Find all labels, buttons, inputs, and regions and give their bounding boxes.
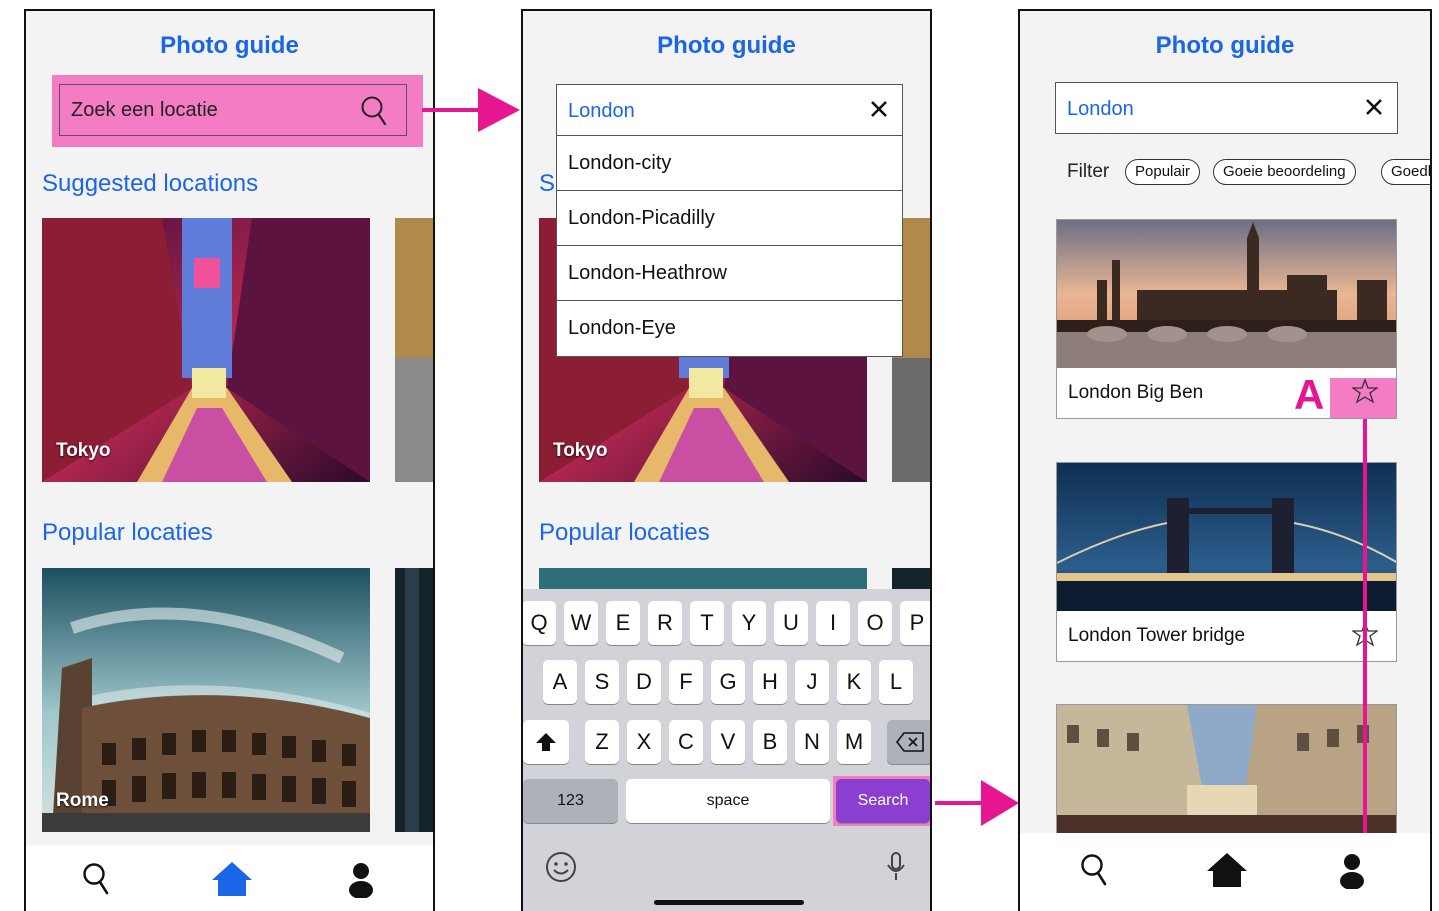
result-card-regent-street[interactable] xyxy=(1056,704,1397,844)
key[interactable]: K xyxy=(837,660,871,704)
search-nav-icon[interactable] xyxy=(82,862,110,901)
card-label: Tokyo xyxy=(553,440,608,461)
big-ben-photo xyxy=(1057,220,1396,368)
home-nav-icon[interactable] xyxy=(212,862,252,901)
screen-results: Photo guide London Filter Populair Goeie… xyxy=(1018,9,1432,911)
suggestion-item[interactable]: London-city xyxy=(557,136,902,191)
key[interactable]: V xyxy=(711,720,745,764)
search-value: London xyxy=(1067,98,1134,120)
shift-icon xyxy=(536,733,556,751)
key[interactable]: M xyxy=(837,720,871,764)
location-card-peek[interactable] xyxy=(395,568,433,832)
card-label: Rome xyxy=(56,790,109,811)
popular-heading: Popular locaties xyxy=(42,519,213,546)
key[interactable]: H xyxy=(753,660,787,704)
key[interactable]: A xyxy=(543,660,577,704)
space-key[interactable]: space xyxy=(626,779,830,823)
key[interactable]: N xyxy=(795,720,829,764)
search-nav-icon[interactable] xyxy=(1080,853,1108,892)
onscreen-keyboard: Q W E R T Y U I O P A S D F G H J K L Z … xyxy=(523,589,930,911)
search-value: London xyxy=(568,100,635,122)
key[interactable]: O xyxy=(858,601,892,645)
key[interactable]: T xyxy=(690,601,724,645)
filter-chip-rating[interactable]: Goeie beoordeling xyxy=(1213,159,1356,185)
location-card-tokyo[interactable]: Tokyo xyxy=(42,218,370,482)
result-name: London Big Ben xyxy=(1068,382,1204,403)
key[interactable]: I xyxy=(816,601,850,645)
key[interactable]: L xyxy=(879,660,913,704)
search-input[interactable]: London xyxy=(1055,82,1398,134)
key[interactable]: J xyxy=(795,660,829,704)
numbers-key[interactable]: 123 xyxy=(523,779,618,823)
result-card-big-ben[interactable]: London Big Ben xyxy=(1056,219,1397,419)
key[interactable]: P xyxy=(900,601,930,645)
regent-street-photo xyxy=(1057,705,1396,844)
bottom-nav xyxy=(1020,833,1430,911)
suggested-heading: Suggested locations xyxy=(42,170,259,197)
search-placeholder: Zoek een locatie xyxy=(71,99,218,121)
key[interactable]: Z xyxy=(585,720,619,764)
key[interactable]: B xyxy=(753,720,787,764)
screen-search: Photo guide S Tokyo Popular locaties Lon… xyxy=(521,9,932,911)
filter-label: Filter xyxy=(1067,161,1110,182)
clear-icon[interactable] xyxy=(1365,96,1383,124)
shift-key[interactable] xyxy=(523,720,569,764)
suggested-heading: S xyxy=(539,170,556,197)
app-title: Photo guide xyxy=(1155,32,1295,59)
suggestion-item[interactable]: London-Heathrow xyxy=(557,246,902,301)
search-icon[interactable] xyxy=(360,95,388,133)
key[interactable]: R xyxy=(648,601,682,645)
search-input[interactable]: Zoek een locatie xyxy=(59,84,407,136)
location-card-rome[interactable]: Rome xyxy=(42,568,370,832)
annotation-marker: A xyxy=(1294,371,1325,418)
app-title: Photo guide xyxy=(160,32,299,59)
flow-arrow-icon xyxy=(935,780,1019,826)
key[interactable]: Q xyxy=(523,601,556,645)
filter-chip-partial[interactable]: Goedl xyxy=(1381,159,1430,185)
microphone-icon[interactable] xyxy=(885,851,907,888)
result-card-tower-bridge[interactable]: London Tower bridge xyxy=(1056,462,1397,662)
key[interactable]: C xyxy=(669,720,703,764)
key[interactable]: W xyxy=(564,601,598,645)
filter-chip-populair[interactable]: Populair xyxy=(1125,159,1201,185)
key[interactable]: E xyxy=(606,601,640,645)
bottom-nav xyxy=(26,845,433,911)
search-key[interactable]: Search xyxy=(836,779,930,823)
home-indicator xyxy=(654,900,804,905)
backspace-key[interactable] xyxy=(887,720,930,764)
key[interactable]: Y xyxy=(732,601,766,645)
emoji-icon[interactable] xyxy=(545,851,577,888)
popular-heading: Popular locaties xyxy=(539,519,710,546)
key[interactable]: D xyxy=(627,660,661,704)
suggestion-dropdown: London-city London-Picadilly London-Heat… xyxy=(556,135,903,357)
screen-home: Photo guide Zoek een locatie Suggested l… xyxy=(24,9,435,911)
tower-bridge-photo xyxy=(1057,463,1396,611)
suggestion-item[interactable]: London-Picadilly xyxy=(557,191,902,246)
app-title: Photo guide xyxy=(657,32,796,59)
home-nav-icon[interactable] xyxy=(1207,853,1247,892)
profile-nav-icon[interactable] xyxy=(1339,853,1365,894)
key[interactable]: F xyxy=(669,660,703,704)
profile-nav-icon[interactable] xyxy=(348,862,374,903)
result-name: London Tower bridge xyxy=(1068,625,1246,646)
location-card-peek[interactable] xyxy=(395,218,433,482)
key[interactable]: U xyxy=(774,601,808,645)
suggestion-item[interactable]: London-Eye xyxy=(557,301,902,356)
flow-arrow-icon xyxy=(422,88,520,132)
key[interactable]: S xyxy=(585,660,619,704)
key[interactable]: X xyxy=(627,720,661,764)
key[interactable]: G xyxy=(711,660,745,704)
clear-icon[interactable] xyxy=(870,98,888,126)
search-input[interactable]: London xyxy=(556,84,903,136)
card-label: Tokyo xyxy=(56,440,111,461)
backspace-icon xyxy=(895,732,924,752)
favorite-star-icon[interactable] xyxy=(1350,378,1380,409)
